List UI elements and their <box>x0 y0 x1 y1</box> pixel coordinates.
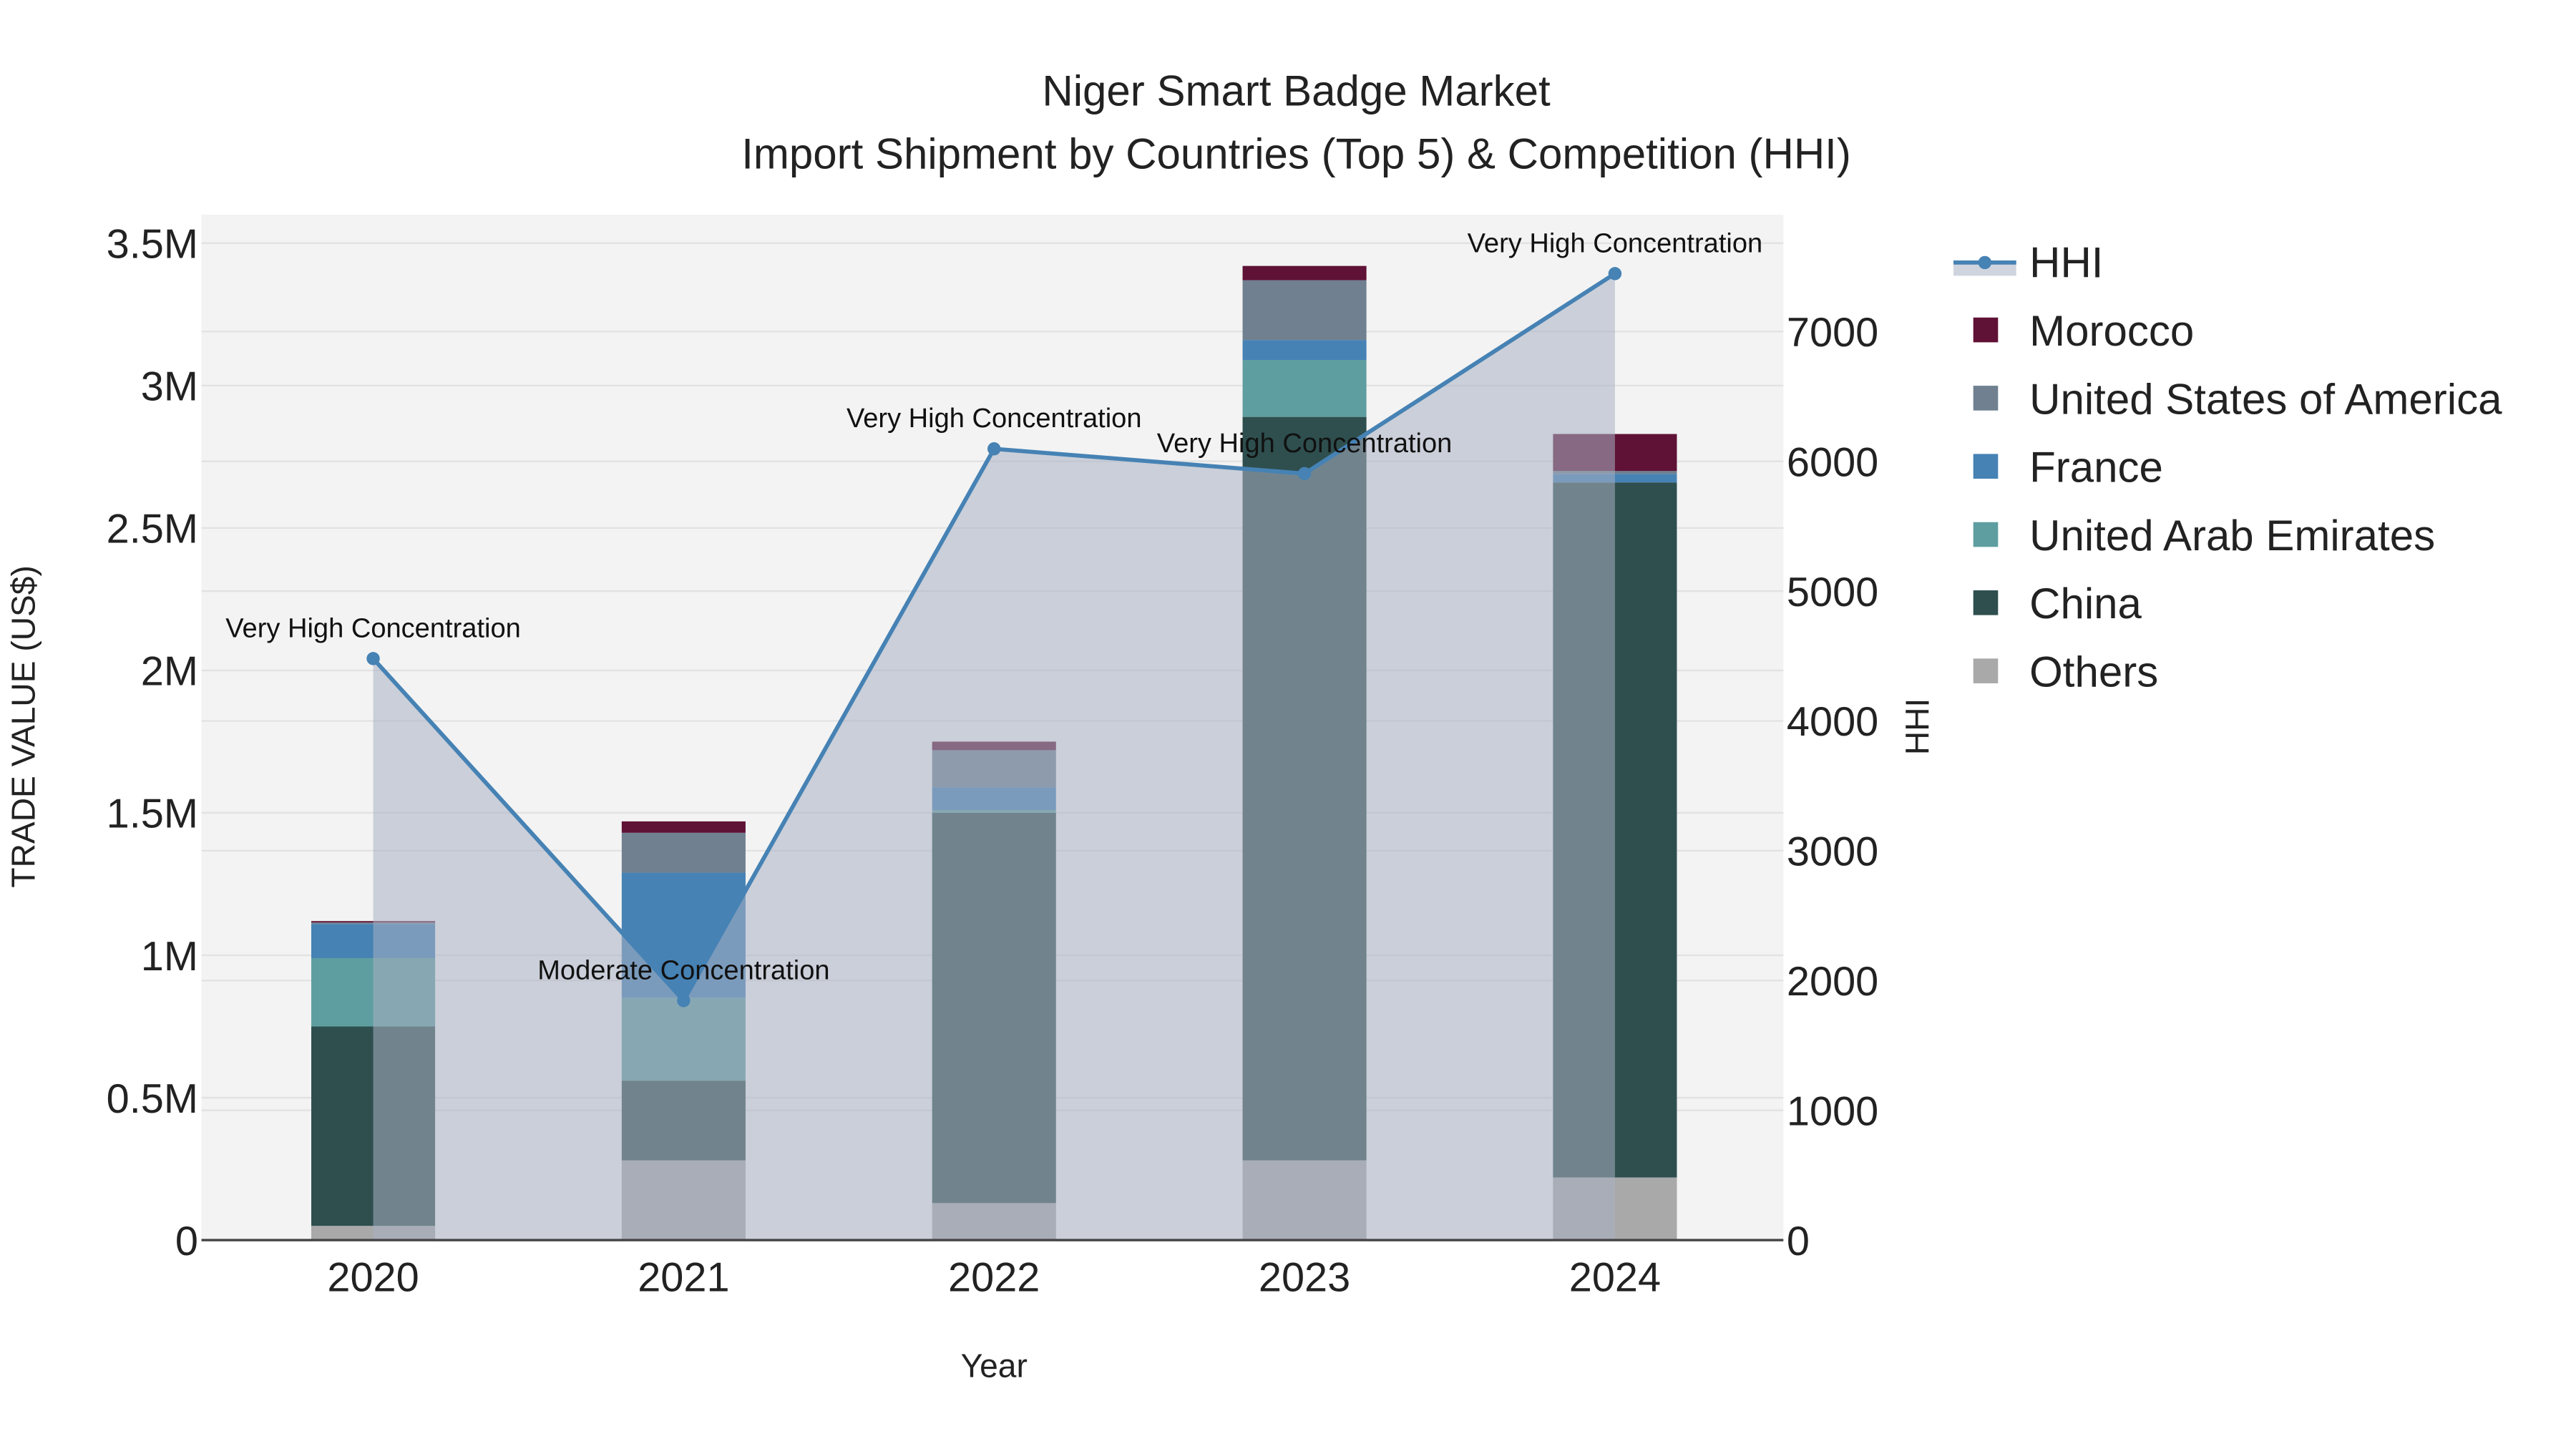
hhi-annotation: Very High Concentration <box>1157 429 1453 459</box>
hhi-point-2020[interactable] <box>366 652 380 665</box>
chart-subtitle: Import Shipment by Countries (Top 5) & C… <box>741 130 1851 177</box>
legend-label-hhi[interactable]: HHI <box>2029 239 2103 287</box>
chart: Niger Smart Badge Market Import Shipment… <box>4 67 2502 1385</box>
legend-label-morocco[interactable]: Morocco <box>2029 307 2194 355</box>
y-tick-label: 0 <box>175 1219 198 1264</box>
y-tick-label: 1.5M <box>107 791 198 837</box>
y2-tick-label: 0 <box>1787 1219 1810 1264</box>
x-axis-label: Year <box>961 1347 1028 1385</box>
y2-tick-label: 3000 <box>1787 829 1878 875</box>
y-tick-label: 3.5M <box>107 222 198 268</box>
chart-title: Niger Smart Badge Market <box>1042 67 1551 115</box>
y-tick-label: 2.5M <box>107 507 198 552</box>
legend-hhi-marker-icon <box>1978 255 1992 270</box>
y2-tick-label: 5000 <box>1787 570 1878 615</box>
x-tick-label: 2024 <box>1569 1255 1661 1301</box>
y-axis-label: TRADE VALUE (US$) <box>4 565 42 887</box>
x-tick-label: 2022 <box>948 1255 1040 1301</box>
bar-morocco-2023[interactable] <box>1242 265 1367 280</box>
y2-tick-label: 2000 <box>1787 959 1878 1005</box>
bar-united-states-of-america-2023[interactable] <box>1242 280 1367 341</box>
bar-france-2023[interactable] <box>1242 340 1367 361</box>
legend-swatch-united-states-of-america[interactable] <box>1973 386 1999 411</box>
legend-swatch-morocco[interactable] <box>1973 317 1999 343</box>
y2-axis-label: HHI <box>1898 698 1936 755</box>
hhi-annotation: Moderate Concentration <box>537 955 829 985</box>
x-tick-label: 2020 <box>327 1255 419 1301</box>
y-tick-label: 0.5M <box>107 1076 198 1122</box>
y2-tick-label: 6000 <box>1787 439 1878 485</box>
y-tick-label: 1M <box>141 934 198 980</box>
hhi-point-2023[interactable] <box>1297 467 1312 481</box>
legend-label-united-states-of-america[interactable]: United States of America <box>2029 375 2502 423</box>
bar-morocco-2021[interactable] <box>621 821 746 833</box>
legend-swatch-china[interactable] <box>1973 590 1999 615</box>
y-tick-label: 2M <box>141 649 198 695</box>
y-tick-label: 3M <box>141 364 198 410</box>
hhi-point-2024[interactable] <box>1608 267 1622 280</box>
hhi-point-2022[interactable] <box>987 442 1001 456</box>
x-tick-label: 2023 <box>1259 1255 1350 1301</box>
legend-swatch-united-arab-emirates[interactable] <box>1973 522 1999 547</box>
bar-united-states-of-america-2021[interactable] <box>621 832 746 873</box>
x-tick-label: 2021 <box>638 1255 729 1301</box>
hhi-annotation: Very High Concentration <box>1468 228 1763 258</box>
legend: HHI Morocco United States of America France… <box>1953 239 2502 696</box>
hhi-annotation: Very High Concentration <box>847 404 1142 434</box>
y2-tick-label: 4000 <box>1787 699 1878 745</box>
y2-tick-label: 1000 <box>1787 1088 1878 1134</box>
legend-label-china[interactable]: China <box>2029 580 2142 628</box>
bar-united-arab-emirates-2023[interactable] <box>1242 360 1367 417</box>
legend-swatch-france[interactable] <box>1973 454 1999 479</box>
hhi-annotation: Very High Concentration <box>225 613 521 643</box>
legend-label-france[interactable]: France <box>2029 444 2163 492</box>
y2-tick-label: 7000 <box>1787 310 1878 356</box>
legend-swatch-others[interactable] <box>1973 658 1999 683</box>
hhi-point-2021[interactable] <box>677 994 691 1008</box>
legend-label-others[interactable]: Others <box>2029 648 2158 696</box>
legend-label-united-arab-emirates[interactable]: United Arab Emirates <box>2029 512 2435 560</box>
